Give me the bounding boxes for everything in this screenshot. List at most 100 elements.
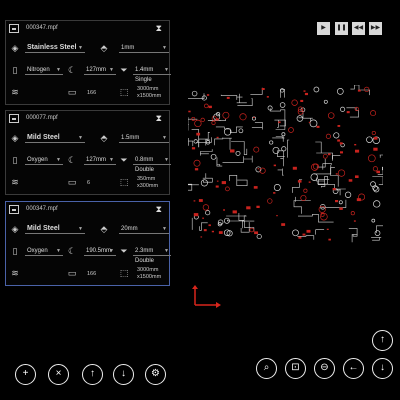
- remove-button[interactable]: ×: [48, 364, 69, 385]
- lead-in-marker: [202, 217, 204, 219]
- part-hole: [202, 204, 210, 211]
- job-file-icon: [9, 24, 19, 33]
- move-down-icon: ↓: [121, 368, 126, 379]
- job-card[interactable]: 000347.mpf ⧗ ◈ Mild Steel ▼ ⬘ 20mm ▼ ▯ O…: [5, 201, 171, 286]
- chevron-down-icon: ▼: [164, 67, 169, 73]
- part-hole: [327, 112, 335, 119]
- part-outline: [216, 157, 223, 167]
- lead-in-marker: [256, 205, 260, 208]
- focus-select[interactable]: 190.5mm ▼: [84, 246, 116, 256]
- part-hole: [225, 186, 230, 192]
- part-hole: [372, 185, 378, 191]
- thickness-icon: ⬘: [100, 133, 108, 143]
- hourglass-icon: ⧗: [155, 113, 162, 123]
- part-hole: [204, 103, 209, 109]
- step-forward-button[interactable]: ▶▶: [369, 22, 382, 35]
- lead-in-marker: [339, 142, 343, 145]
- material-select[interactable]: Stainless Steel ▼: [25, 43, 85, 53]
- lead-in-marker: [335, 200, 339, 203]
- part-outline: [250, 87, 263, 95]
- pan-left-button[interactable]: ←: [343, 358, 364, 379]
- material-select[interactable]: Mild Steel ▼: [25, 224, 85, 234]
- part-hole: [194, 119, 202, 128]
- job-card[interactable]: 000347.mpf ⧗ ◈ Stainless Steel ▼ ⬘ 1mm ▼…: [5, 20, 171, 105]
- focus-select[interactable]: 127mm ▼: [84, 155, 116, 165]
- part-outline: [293, 196, 311, 214]
- pan-down-button[interactable]: ↓: [372, 358, 393, 379]
- zoom-in-button[interactable]: ⌕: [256, 358, 277, 379]
- parts-count-icon: ▭: [67, 268, 77, 278]
- thickness-select[interactable]: 20mm ▼: [119, 224, 169, 234]
- lead-in-marker: [193, 200, 196, 202]
- thickness-select[interactable]: 1.5mm ▼: [119, 133, 169, 143]
- focus-icon: ☾: [67, 246, 77, 256]
- part-hole: [267, 198, 273, 204]
- thickness-select[interactable]: 1mm ▼: [119, 43, 169, 53]
- lead-in-marker: [300, 99, 304, 102]
- lead-in-marker: [226, 96, 230, 99]
- focus-value: 127mm: [86, 67, 107, 73]
- pan-left-icon: ←: [348, 362, 359, 373]
- nesting-preview[interactable]: [188, 85, 383, 247]
- lead-in-marker: [373, 147, 378, 151]
- lead-in-marker: [266, 96, 269, 98]
- job-card[interactable]: 000077.mpf ⧗ ◈ Mild Steel ▼ ⬘ 1.5mm ▼ ▯ …: [5, 110, 171, 195]
- focus-icon: ☾: [67, 65, 77, 75]
- part-hole: [205, 210, 211, 216]
- part-hole: [279, 102, 286, 108]
- nozzle-select[interactable]: 0.8mm Double ▼: [133, 155, 171, 173]
- play-button[interactable]: ▶: [317, 22, 330, 35]
- lead-in-marker: [308, 181, 311, 183]
- lead-in-marker: [200, 236, 203, 238]
- part-hole: [269, 140, 274, 145]
- part-outline: [277, 168, 284, 176]
- lead-in-marker: [357, 89, 361, 92]
- part-hole: [310, 173, 319, 181]
- lead-in-marker: [223, 209, 225, 211]
- parts-count: 166: [87, 271, 97, 277]
- lead-in-marker: [376, 170, 380, 174]
- chevron-down-icon: ▼: [109, 67, 114, 73]
- add-button[interactable]: +: [15, 364, 36, 385]
- lead-in-marker: [348, 179, 353, 182]
- add-icon: +: [22, 368, 29, 379]
- step-back-button[interactable]: ◀◀: [352, 22, 365, 35]
- part-hole: [291, 99, 298, 106]
- gas-icon: ▯: [12, 155, 18, 165]
- part-outline: [242, 220, 255, 229]
- move-down-button[interactable]: ↓: [113, 364, 134, 385]
- material-select[interactable]: Mild Steel ▼: [25, 133, 85, 143]
- lead-in-marker: [304, 92, 308, 96]
- focus-select[interactable]: 127mm ▼: [84, 65, 116, 75]
- gas-value: Nitrogen: [27, 67, 50, 73]
- lead-in-marker: [206, 94, 210, 96]
- lead-in-marker: [308, 121, 311, 123]
- scroll-up-button[interactable]: ↑: [372, 330, 393, 351]
- nozzle-value: 0.8mm Double: [135, 157, 155, 173]
- nozzle-select[interactable]: 1.4mm Single ▼: [133, 65, 171, 83]
- gas-select[interactable]: Nitrogen ▼: [25, 65, 63, 75]
- nozzle-select[interactable]: 2.3mm Double ▼: [133, 246, 171, 264]
- zoom-out-button[interactable]: ⊖: [314, 358, 335, 379]
- part-hole: [323, 99, 328, 104]
- move-up-button[interactable]: ↑: [82, 364, 103, 385]
- gas-select[interactable]: Oxygen ▼: [25, 155, 63, 165]
- lead-in-marker: [232, 210, 237, 214]
- layers-icon: ≋: [11, 87, 19, 97]
- pause-button[interactable]: ❚❚: [335, 22, 348, 35]
- settings-button[interactable]: ⚙: [145, 364, 166, 385]
- part-outline: [371, 237, 382, 241]
- part-hole: [235, 150, 241, 156]
- zoom-fit-button[interactable]: ⊡: [285, 358, 306, 379]
- thickness-value: 1.5mm: [121, 135, 140, 141]
- part-hole: [336, 88, 344, 95]
- lead-in-marker: [273, 164, 276, 167]
- part-outline: [274, 119, 286, 128]
- zoom-fit-icon: ⊡: [291, 362, 300, 373]
- remove-icon: ×: [55, 368, 62, 379]
- part-hole: [191, 90, 198, 97]
- gas-select[interactable]: Oxygen ▼: [25, 246, 63, 256]
- part-hole: [288, 127, 294, 133]
- play-icon: ▶: [321, 25, 326, 31]
- lead-in-marker: [221, 181, 226, 185]
